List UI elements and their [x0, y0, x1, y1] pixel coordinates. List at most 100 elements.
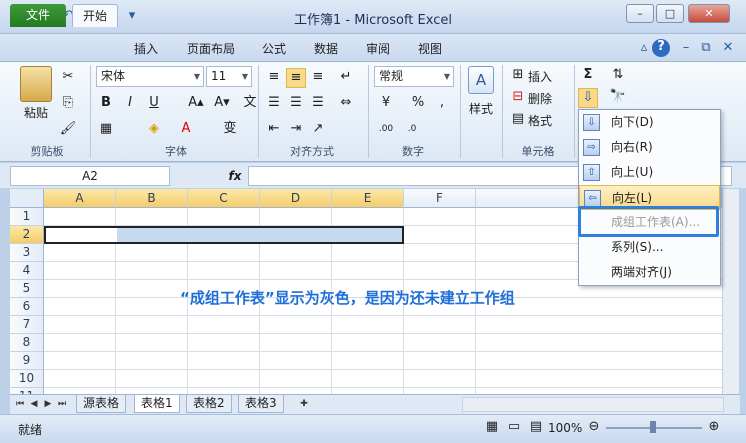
- italic-icon[interactable]: I: [120, 94, 140, 114]
- doc-minimize-icon[interactable]: –: [678, 40, 694, 56]
- vertical-scrollbar[interactable]: [722, 189, 739, 394]
- font-color-icon[interactable]: A: [176, 120, 196, 140]
- tab-view[interactable]: 视图: [410, 38, 450, 61]
- help-icon[interactable]: ?: [652, 39, 670, 57]
- align-right-icon[interactable]: ☰: [308, 94, 328, 114]
- align-bottom-icon[interactable]: ≡: [308, 68, 328, 88]
- next-sheet-icon[interactable]: ▶: [42, 397, 54, 411]
- doc-close-icon[interactable]: ✕: [720, 40, 736, 56]
- orientation-icon[interactable]: ↗: [308, 120, 328, 140]
- menu-item[interactable]: 两端对齐(J): [579, 260, 720, 285]
- tab-home[interactable]: 开始: [72, 4, 118, 27]
- decrease-decimal-icon[interactable]: .0: [402, 120, 422, 140]
- zoom-level[interactable]: 100%: [548, 421, 582, 435]
- tab-review[interactable]: 审阅: [358, 38, 398, 61]
- underline-icon[interactable]: U: [144, 94, 164, 114]
- format-cells-icon[interactable]: ▤: [508, 110, 528, 130]
- align-left-icon[interactable]: ☰: [264, 94, 284, 114]
- selected-range[interactable]: [44, 226, 404, 244]
- column-header-d[interactable]: D: [260, 189, 332, 208]
- doc-restore-icon[interactable]: ⧉: [698, 40, 714, 56]
- name-box[interactable]: A2: [10, 166, 170, 186]
- number-format-dropdown[interactable]: 常规 ▼: [374, 66, 454, 87]
- last-sheet-icon[interactable]: ⏭: [56, 397, 68, 411]
- column-header-e[interactable]: E: [332, 189, 404, 208]
- sheet-tab[interactable]: 表格3: [238, 395, 284, 413]
- zoom-in-icon[interactable]: ⊕: [704, 418, 724, 438]
- autosum-icon[interactable]: Σ: [578, 66, 598, 86]
- page-break-view-icon[interactable]: ▤: [526, 418, 546, 438]
- sort-filter-icon[interactable]: ⇅: [608, 66, 628, 86]
- grow-font-icon[interactable]: A▴: [186, 94, 206, 114]
- paste-icon[interactable]: [20, 66, 52, 102]
- column-header-f[interactable]: F: [404, 189, 476, 208]
- row-header-10[interactable]: 10: [10, 370, 44, 388]
- first-sheet-icon[interactable]: ⏮: [14, 397, 26, 411]
- row-header-5[interactable]: 5: [10, 280, 44, 298]
- insert-function-icon[interactable]: fx: [222, 166, 248, 186]
- tab-formulas[interactable]: 公式: [254, 38, 294, 61]
- select-all-corner[interactable]: [10, 189, 44, 208]
- currency-icon[interactable]: ¥: [376, 94, 396, 114]
- paste-button[interactable]: 粘贴: [16, 104, 56, 121]
- new-sheet-icon[interactable]: ✚: [296, 397, 312, 411]
- format-painter-icon[interactable]: 🖌: [58, 120, 78, 140]
- column-header-c[interactable]: C: [188, 189, 260, 208]
- close-button[interactable]: ✕: [688, 4, 730, 23]
- maximize-button[interactable]: □: [656, 4, 684, 23]
- phonetic-icon[interactable]: 文: [240, 94, 260, 114]
- menu-item[interactable]: ⇩ 向下(D): [579, 110, 720, 135]
- tab-page-layout[interactable]: 页面布局: [178, 38, 244, 61]
- row-header-7[interactable]: 7: [10, 316, 44, 334]
- font-name-dropdown[interactable]: 宋体 ▼: [96, 66, 204, 87]
- normal-view-icon[interactable]: ▦: [482, 418, 502, 438]
- prev-sheet-icon[interactable]: ◀: [28, 397, 40, 411]
- ribbon-collapse-icon[interactable]: ▵: [636, 40, 652, 56]
- styles-icon[interactable]: A: [468, 66, 494, 94]
- fill-color-icon[interactable]: ◈: [144, 120, 164, 140]
- format-button[interactable]: 格式: [528, 112, 552, 129]
- increase-indent-icon[interactable]: ⇥: [286, 120, 306, 140]
- page-layout-view-icon[interactable]: ▭: [504, 418, 524, 438]
- zoom-slider-thumb[interactable]: [650, 421, 656, 433]
- row-header-2[interactable]: 2: [10, 226, 44, 244]
- border-icon[interactable]: ▦: [96, 120, 116, 140]
- fill-icon[interactable]: ⇩: [578, 88, 598, 108]
- percent-icon[interactable]: %: [408, 94, 428, 114]
- row-header-1[interactable]: 1: [10, 208, 44, 226]
- styles-button[interactable]: 样式: [464, 100, 498, 117]
- shrink-font-icon[interactable]: A▾: [212, 94, 232, 114]
- wen-icon[interactable]: 变: [220, 120, 240, 140]
- menu-item[interactable]: ⇧ 向上(U): [579, 160, 720, 185]
- comma-icon[interactable]: ,: [432, 94, 452, 114]
- increase-decimal-icon[interactable]: .00: [376, 120, 396, 140]
- sheet-tab[interactable]: 表格2: [186, 395, 232, 413]
- bold-icon[interactable]: B: [96, 94, 116, 114]
- align-center-icon[interactable]: ☰: [286, 94, 306, 114]
- menu-item[interactable]: ⇨ 向右(R): [579, 135, 720, 160]
- row-header-8[interactable]: 8: [10, 334, 44, 352]
- align-middle-icon[interactable]: ≡: [286, 68, 306, 88]
- sheet-tab[interactable]: 源表格: [76, 395, 127, 413]
- row-header-6[interactable]: 6: [10, 298, 44, 316]
- insert-button[interactable]: 插入: [528, 68, 552, 85]
- zoom-out-icon[interactable]: ⊖: [584, 418, 604, 438]
- cut-icon[interactable]: ✂: [58, 68, 78, 88]
- font-size-dropdown[interactable]: 11 ▼: [206, 66, 252, 87]
- delete-cells-icon[interactable]: ⊟: [508, 88, 528, 108]
- row-header-3[interactable]: 3: [10, 244, 44, 262]
- copy-icon[interactable]: ⎘: [58, 94, 78, 114]
- decrease-indent-icon[interactable]: ⇤: [264, 120, 284, 140]
- row-header-9[interactable]: 9: [10, 352, 44, 370]
- tab-file[interactable]: 文件: [10, 4, 66, 27]
- align-top-icon[interactable]: ≡: [264, 68, 284, 88]
- tab-insert[interactable]: 插入: [126, 38, 166, 61]
- minimize-button[interactable]: –: [626, 4, 654, 23]
- menu-item[interactable]: 系列(S)...: [579, 235, 720, 260]
- delete-button[interactable]: 删除: [528, 90, 552, 107]
- horizontal-scrollbar[interactable]: [462, 397, 724, 412]
- column-header-a[interactable]: A: [44, 189, 116, 208]
- insert-cells-icon[interactable]: ⊞: [508, 66, 528, 86]
- find-select-icon[interactable]: 🔭: [608, 88, 628, 108]
- merge-center-icon[interactable]: ⇔: [336, 94, 356, 114]
